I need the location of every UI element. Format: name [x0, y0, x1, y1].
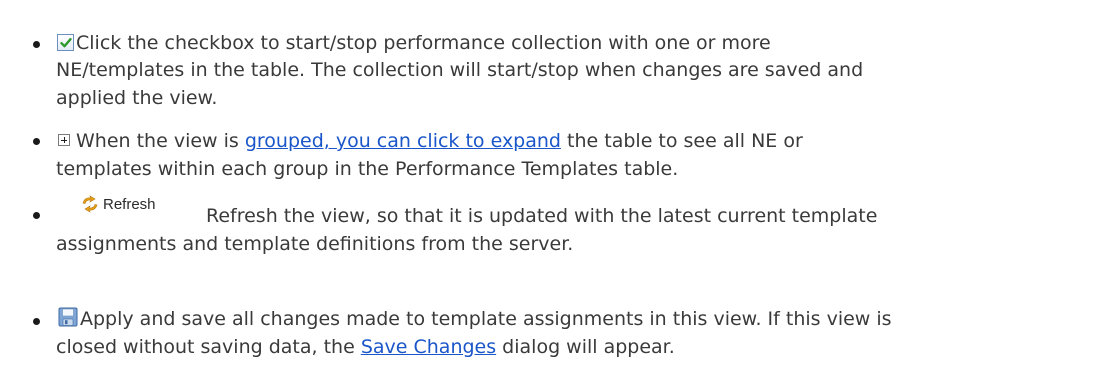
- item-text: the table to see all NE or: [561, 130, 803, 152]
- item-line: Refresh the view, so that it is updated …: [206, 205, 878, 227]
- grouped-expand-link[interactable]: grouped, you can click to expand: [245, 130, 561, 152]
- item-text: Apply and save all changes made to templ…: [80, 308, 892, 330]
- refresh-button[interactable]: Refresh: [80, 195, 156, 215]
- item-text: closed without saving data, the: [56, 336, 361, 358]
- item-line: Click the checkbox to start/stop perform…: [57, 29, 771, 57]
- item-text: dialog will appear.: [496, 336, 675, 358]
- bullet: [33, 212, 40, 219]
- save-floppy-icon: [58, 307, 78, 327]
- item-line: applied the view.: [56, 87, 218, 109]
- bullet: [33, 138, 40, 145]
- item-line: When the view is grouped, you can click …: [58, 127, 803, 155]
- item-line: NE/templates in the table. The collectio…: [56, 59, 864, 81]
- item-line: closed without saving data, the Save Cha…: [56, 333, 675, 361]
- bullet: [33, 318, 40, 325]
- save-changes-link[interactable]: Save Changes: [361, 336, 496, 358]
- checkbox-checked-icon: [57, 34, 74, 51]
- item-text: Click the checkbox to start/stop perform…: [76, 32, 771, 54]
- expand-plus-icon: [58, 134, 70, 146]
- item-line: assignments and template definitions fro…: [56, 233, 574, 255]
- item-text: When the view is: [76, 130, 245, 152]
- item-line: Apply and save all changes made to templ…: [58, 305, 892, 333]
- bullet: [33, 41, 40, 48]
- refresh-button-label: Refresh: [103, 196, 156, 213]
- item-line: templates within each group in the Perfo…: [56, 158, 679, 180]
- refresh-icon: [82, 195, 98, 213]
